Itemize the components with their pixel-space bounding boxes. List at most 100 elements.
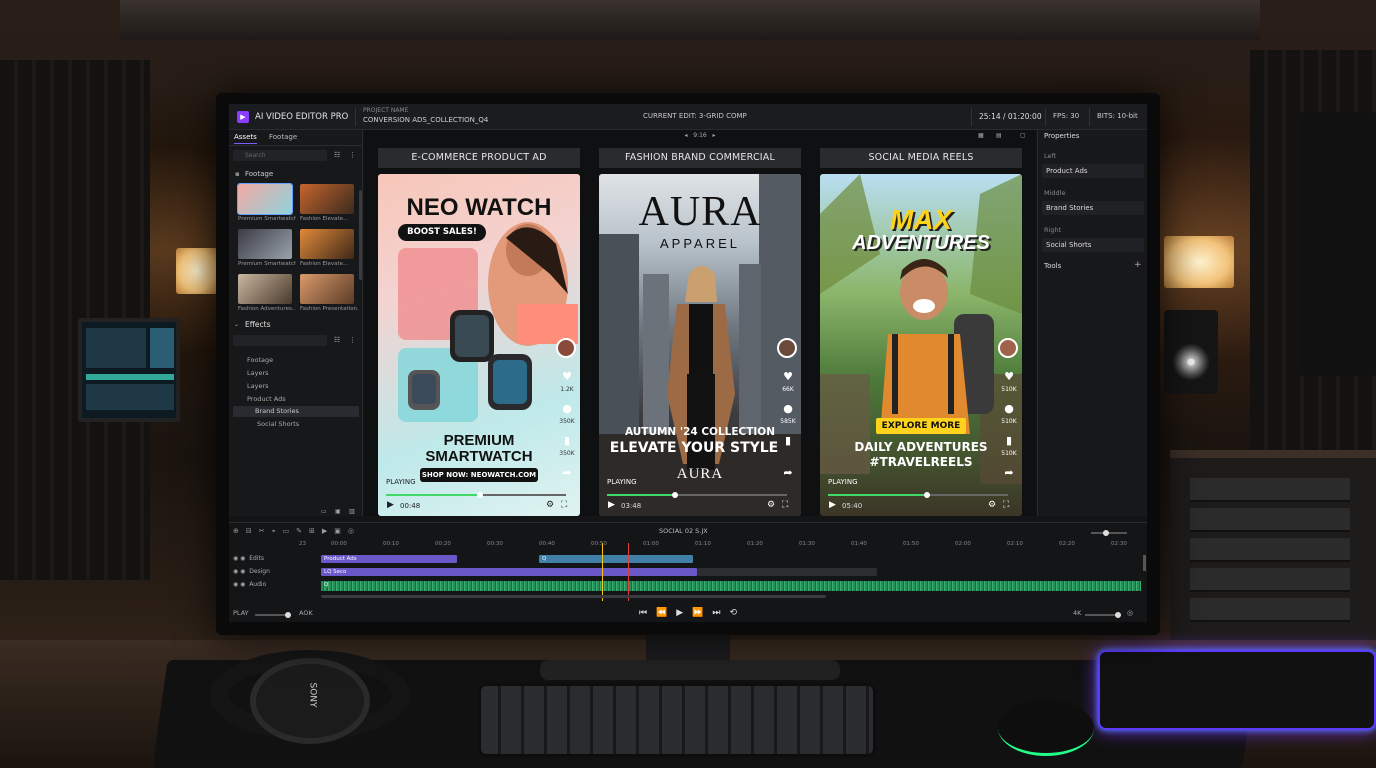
timeline-toolbar[interactable]: ⊕⊟✂⌖▭✎⊞▶▣◎ bbox=[233, 527, 361, 536]
ad-headline: AURA bbox=[638, 189, 762, 235]
more-icon[interactable]: ⋮ bbox=[349, 151, 356, 159]
timeline-vscroll[interactable] bbox=[1143, 555, 1146, 571]
audio-waveform[interactable]: Q bbox=[321, 581, 1141, 591]
progress-handle[interactable] bbox=[924, 492, 930, 498]
rgb-keyboard bbox=[1098, 650, 1376, 730]
preview-card-fashion[interactable]: FASHION BRAND COMMERCIAL AURA APPAREL ♥ … bbox=[599, 148, 801, 516]
grid-icon[interactable]: ▦ bbox=[978, 132, 984, 139]
asset-scrollbar[interactable] bbox=[359, 190, 362, 280]
footage-thumbnail[interactable] bbox=[238, 274, 292, 304]
divider bbox=[355, 108, 356, 126]
tree-item-social-shorts[interactable]: Social Shorts bbox=[257, 420, 299, 428]
asset-search-input[interactable]: Search bbox=[233, 150, 327, 161]
zoom-slider[interactable] bbox=[1085, 612, 1121, 618]
layout-icon[interactable]: ▤ bbox=[996, 132, 1002, 139]
comment-count: 585K bbox=[780, 418, 796, 425]
playhead[interactable] bbox=[602, 543, 603, 601]
project-label: PROJECT NAME bbox=[363, 107, 409, 114]
field-value-middle[interactable]: Brand Stories bbox=[1042, 201, 1144, 215]
timeline-clip[interactable]: Product Ads bbox=[321, 555, 457, 563]
timeline-ruler[interactable]: 23 00:00 00:10 00:20 00:30 00:40 00:50 01:00 01… bbox=[299, 541, 1141, 551]
like-count: 510K bbox=[1001, 386, 1017, 393]
divider bbox=[1089, 108, 1090, 126]
heart-icon[interactable]: ♥ bbox=[780, 370, 796, 383]
footage-thumbnail[interactable] bbox=[300, 229, 354, 259]
ruler-tick: 02:10 bbox=[1007, 541, 1023, 547]
field-value-left[interactable]: Product Ads bbox=[1042, 164, 1144, 178]
fps-readout: FPS: 30 bbox=[1053, 112, 1080, 120]
fullscreen-icon[interactable]: ⛶ bbox=[1003, 500, 1009, 510]
ad-cta[interactable]: SHOP NOW: NEOWATCH.COM bbox=[420, 468, 538, 482]
studio-speaker bbox=[1164, 310, 1218, 394]
preview-card-ecommerce[interactable]: E-COMMERCE PRODUCT AD NEO WATCH BOOST SA… bbox=[378, 148, 580, 516]
ruler-tick: 00:30 bbox=[487, 541, 503, 547]
footage-thumbnail[interactable] bbox=[237, 183, 293, 215]
playback-time: 03:48 bbox=[621, 502, 642, 510]
gear-icon[interactable]: ⚙ bbox=[767, 500, 775, 510]
tree-item-footage[interactable]: Footage bbox=[247, 356, 273, 364]
effects-search-input[interactable] bbox=[233, 335, 327, 346]
timeline-hscroll[interactable] bbox=[321, 595, 826, 598]
timeline-clip[interactable]: LQ Seco bbox=[321, 568, 697, 576]
play-icon[interactable]: ▶ bbox=[829, 500, 836, 510]
project-name[interactable]: CONVERSION ADS_COLLECTION_Q4 bbox=[363, 116, 488, 124]
fullscreen-icon[interactable]: ⛶ bbox=[561, 500, 567, 510]
footage-thumbnail[interactable] bbox=[238, 229, 292, 259]
timeline-clip-empty[interactable] bbox=[697, 568, 877, 576]
new-folder-icon[interactable]: ▭ bbox=[321, 508, 327, 515]
tab-assets[interactable]: Assets bbox=[234, 133, 257, 144]
fullscreen-icon[interactable]: ⛶ bbox=[782, 500, 788, 510]
play-icon[interactable]: ▶ bbox=[387, 500, 394, 510]
add-tool-icon[interactable]: + bbox=[1134, 260, 1142, 270]
footage-thumbnail[interactable] bbox=[300, 184, 354, 214]
ad-cta[interactable]: EXPLORE MORE bbox=[876, 418, 966, 434]
timeline-clip[interactable]: Q bbox=[539, 555, 693, 563]
marker-out[interactable] bbox=[628, 543, 629, 601]
comment-icon[interactable]: ● bbox=[559, 402, 575, 415]
tree-item-layers[interactable]: Layers bbox=[247, 369, 269, 377]
creator-avatar[interactable] bbox=[556, 338, 576, 358]
timeline-zoom-slider[interactable] bbox=[1091, 530, 1127, 536]
expand-icon[interactable]: ▢ bbox=[1020, 132, 1026, 139]
share-icon[interactable]: ➦ bbox=[559, 466, 575, 479]
ad-preview-max-adventures[interactable]: MAX ADVENTURES ♥ 510K ● 510K ▮ 510K ➦ EX… bbox=[820, 174, 1022, 516]
footage-thumbnail[interactable] bbox=[300, 274, 354, 304]
tree-item-layers[interactable]: Layers bbox=[247, 382, 269, 390]
progress-bar[interactable] bbox=[607, 492, 787, 498]
progress-bar[interactable] bbox=[828, 492, 1008, 498]
filter-icon[interactable]: ☷ bbox=[334, 151, 340, 159]
field-value-right[interactable]: Social Shorts bbox=[1042, 238, 1144, 252]
ad-preview-aura[interactable]: AURA APPAREL ♥ 66K ● 585K ▮ ➦ AUTUMN '24… bbox=[599, 174, 801, 516]
ad-preview-neo-watch[interactable]: NEO WATCH BOOST SALES! ♥ 1.2K ● 350K ▮ 3… bbox=[378, 174, 580, 516]
creator-avatar[interactable] bbox=[998, 338, 1018, 358]
chevron-down-icon[interactable]: ⌄ bbox=[234, 321, 239, 328]
preview-card-social[interactable]: SOCIAL MEDIA REELS MAX ADVENTURES ♥ 510K… bbox=[820, 148, 1022, 516]
duplicate-icon[interactable]: ▣ bbox=[335, 508, 341, 515]
tree-item-product-ads[interactable]: Product Ads bbox=[247, 395, 286, 403]
gear-icon[interactable]: ⚙ bbox=[988, 500, 996, 510]
heart-icon[interactable]: ♥ bbox=[1001, 370, 1017, 383]
progress-bar[interactable] bbox=[386, 492, 566, 498]
gear-icon[interactable]: ⚙ bbox=[546, 500, 554, 510]
play-icon[interactable]: ▶ bbox=[608, 500, 615, 510]
aspect-nav[interactable]: ◂ 9:16 ▸ bbox=[364, 130, 1036, 142]
folder-icon: ▪ bbox=[235, 170, 240, 178]
more-icon[interactable]: ⋮ bbox=[349, 336, 356, 344]
comment-icon[interactable]: ● bbox=[780, 402, 796, 415]
tab-footage[interactable]: Footage bbox=[269, 133, 297, 141]
transport-controls[interactable]: ⏮⏪▶⏩⏭⟲ bbox=[639, 608, 746, 618]
comment-icon[interactable]: ● bbox=[1001, 402, 1017, 415]
settings-icon[interactable]: ◎ bbox=[1127, 609, 1133, 617]
filter-icon[interactable]: ☷ bbox=[334, 336, 340, 344]
heart-icon[interactable]: ♥ bbox=[559, 370, 575, 383]
ruler-tick: 00:50 bbox=[591, 541, 607, 547]
tree-item-brand-stories[interactable]: Brand Stories bbox=[233, 406, 359, 417]
volume-slider[interactable] bbox=[255, 612, 291, 618]
creator-avatar[interactable] bbox=[777, 338, 797, 358]
thumbnail-caption: Fashion Elevate... bbox=[300, 261, 349, 267]
current-edit: CURRENT EDIT: 3-GRID COMP bbox=[643, 112, 747, 120]
progress-handle[interactable] bbox=[476, 492, 483, 498]
folder-label: Footage bbox=[245, 170, 274, 178]
comment-count: 510K bbox=[1001, 418, 1017, 425]
trash-icon[interactable]: ▥ bbox=[349, 508, 355, 515]
